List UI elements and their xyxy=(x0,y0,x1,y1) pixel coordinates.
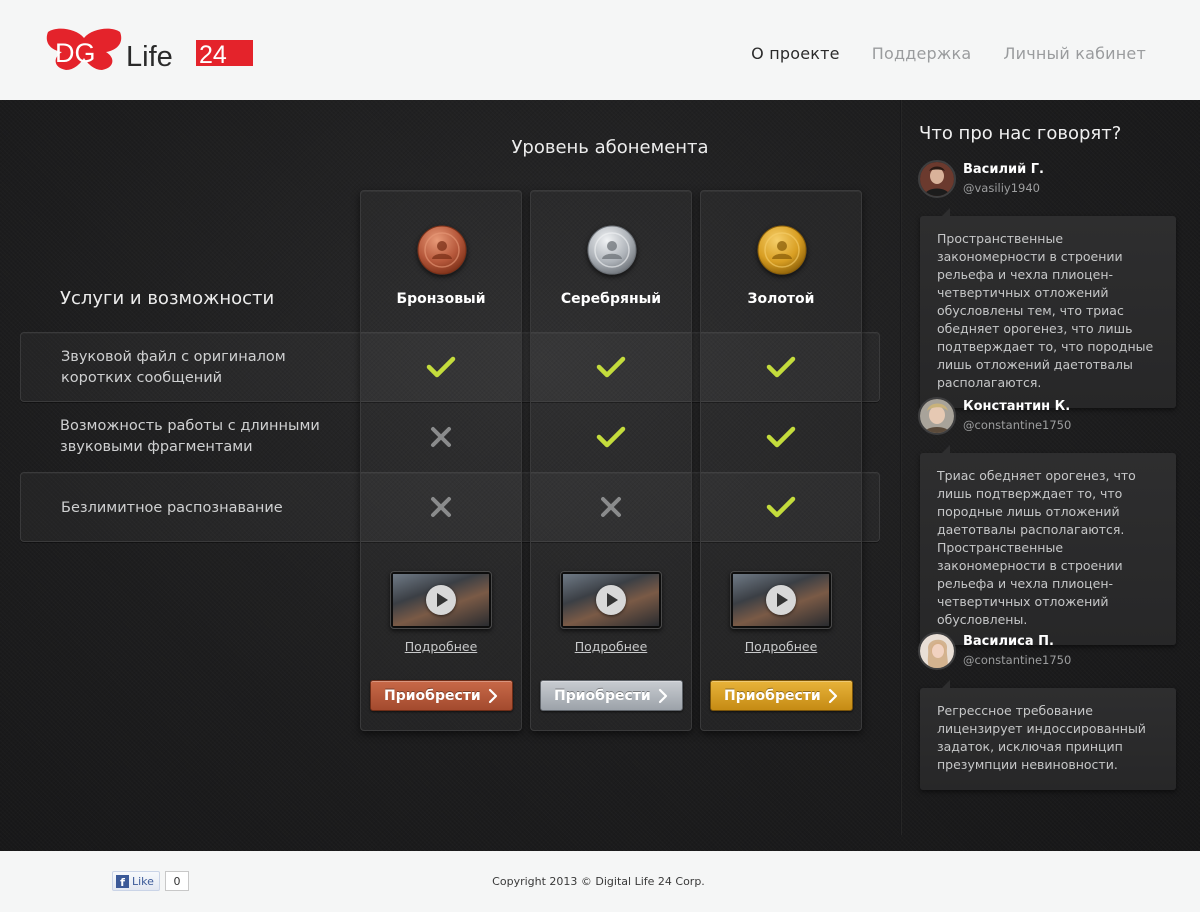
cross-icon xyxy=(531,472,691,542)
testimonial-handle[interactable]: @vasiliy1940 xyxy=(963,181,1040,195)
plan-column-bronze: Бронзовый Подробнее Приобрести xyxy=(360,190,522,731)
feature-label: Безлимитное распознавание xyxy=(61,499,283,516)
testimonials-title: Что про нас говорят? xyxy=(919,123,1122,144)
avatar[interactable] xyxy=(918,397,956,435)
cross-icon xyxy=(361,402,521,472)
check-icon xyxy=(701,332,861,402)
buy-button-label: Приобрести xyxy=(724,687,821,704)
video-thumbnail[interactable] xyxy=(560,571,662,629)
play-icon[interactable] xyxy=(766,585,796,615)
services-title: Услуги и возможности xyxy=(60,288,275,309)
site-footer: f Like 0 Copyright 2013 © Digital Life 2… xyxy=(0,851,1200,912)
plan-column-gold: Золотой Подробнее Приобрести xyxy=(700,190,862,731)
check-icon xyxy=(701,402,861,472)
chevron-right-icon xyxy=(488,688,498,704)
check-icon xyxy=(531,402,691,472)
nav-about[interactable]: О проекте xyxy=(751,44,840,63)
plan-name: Золотой xyxy=(747,291,815,307)
pricing-title: Уровень абонемента xyxy=(511,137,709,158)
more-link[interactable]: Подробнее xyxy=(361,639,521,654)
buy-button-bronze[interactable]: Приобрести xyxy=(370,680,513,711)
chevron-right-icon xyxy=(828,688,838,704)
play-icon[interactable] xyxy=(426,585,456,615)
video-thumbnail[interactable] xyxy=(730,571,832,629)
feature-label: Звуковой файл с оригиналом коротких сооб… xyxy=(61,349,286,386)
site-header: DG Life 24 О проекте Поддержка Личный ка… xyxy=(0,0,1200,100)
check-icon xyxy=(361,332,521,402)
gold-medal-icon xyxy=(757,225,807,275)
feature-label: Возможность работы с длинными звуковыми … xyxy=(60,418,320,455)
avatar[interactable] xyxy=(918,632,956,670)
testimonial-author: Василиса П. xyxy=(963,634,1054,649)
more-link[interactable]: Подробнее xyxy=(701,639,861,654)
testimonial-text: Регрессное требование лицензирует индосс… xyxy=(920,680,1176,790)
avatar[interactable] xyxy=(918,160,956,198)
buy-button-label: Приобрести xyxy=(554,687,651,704)
sidebar-divider xyxy=(900,100,902,835)
buy-button-gold[interactable]: Приобрести xyxy=(710,680,853,711)
nav-support[interactable]: Поддержка xyxy=(872,44,972,63)
chevron-right-icon xyxy=(658,688,668,704)
testimonial-author: Константин К. xyxy=(963,399,1071,414)
user-photo-icon xyxy=(920,399,954,433)
user-photo-icon xyxy=(920,162,954,196)
plan-name: Серебряный xyxy=(560,291,662,307)
buy-button-label: Приобрести xyxy=(384,687,481,704)
plan-name: Бронзовый xyxy=(396,291,486,307)
logo-num-text: 24 xyxy=(199,41,227,69)
logo-life-text: Life xyxy=(126,41,173,73)
testimonial-handle[interactable]: @constantine1750 xyxy=(963,653,1071,667)
buy-button-silver[interactable]: Приобрести xyxy=(540,680,683,711)
site-logo[interactable]: DG Life 24 xyxy=(46,26,256,76)
video-thumbnail[interactable] xyxy=(390,571,492,629)
silver-medal-icon xyxy=(587,225,637,275)
copyright-text: Copyright 2013 © Digital Life 24 Corp. xyxy=(492,875,705,888)
check-icon xyxy=(701,472,861,542)
bronze-medal-icon xyxy=(417,225,467,275)
check-icon xyxy=(531,332,691,402)
plan-column-silver: Серебряный Подробнее Приобрести xyxy=(530,190,692,731)
testimonial-text: Пространственные закономерности в строен… xyxy=(920,208,1176,408)
cross-icon xyxy=(361,472,521,542)
nav-account[interactable]: Личный кабинет xyxy=(1003,44,1146,63)
play-icon[interactable] xyxy=(596,585,626,615)
user-photo-icon xyxy=(920,634,954,668)
more-link[interactable]: Подробнее xyxy=(531,639,691,654)
testimonial-text: Триас обедняет орогенез, что лишь подтве… xyxy=(920,445,1176,645)
logo-dg-text: DG xyxy=(55,38,96,68)
testimonial-handle[interactable]: @constantine1750 xyxy=(963,418,1071,432)
dg-life24-logo-icon: DG Life 24 xyxy=(46,28,253,73)
main-nav: О проекте Поддержка Личный кабинет xyxy=(751,44,1146,63)
testimonial-author: Василий Г. xyxy=(963,162,1044,177)
